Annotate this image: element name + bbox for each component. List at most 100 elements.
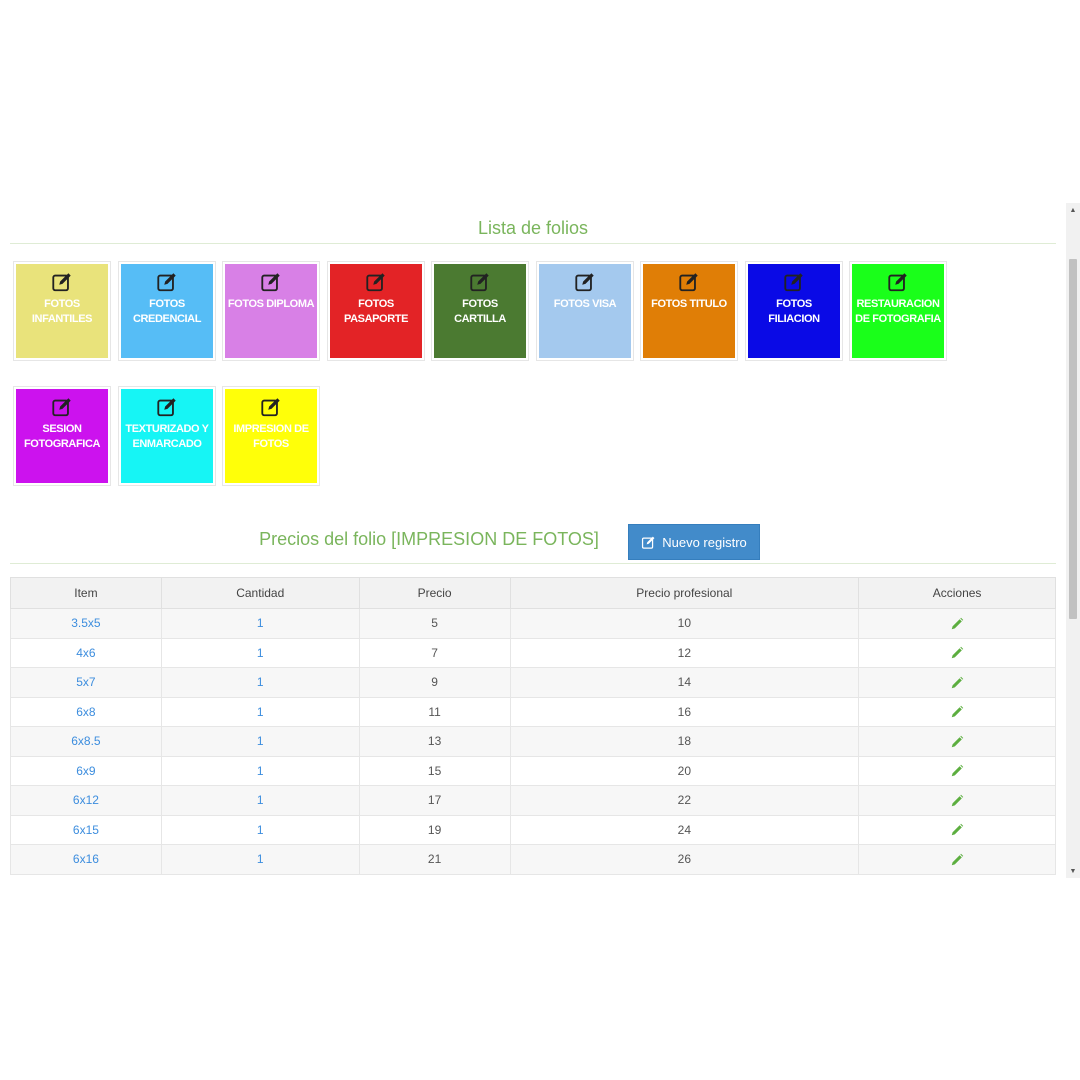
folio-tile[interactable]: TEXTURIZADO Y ENMARCADO (118, 386, 216, 486)
item-cell[interactable]: 6x12 (10, 785, 162, 816)
item-cell[interactable]: 6x15 (10, 814, 162, 845)
folio-tile-label: FOTOS CARTILLA (454, 298, 506, 325)
folio-tile[interactable]: SESION FOTOGRAFICA (13, 386, 111, 486)
actions-cell (858, 696, 1056, 727)
table-row: 6x8 1 11 16 (10, 696, 1056, 727)
precio-cell: 7 (358, 637, 511, 668)
column-header-precio-profesional: Precio profesional (509, 577, 860, 609)
item-cell[interactable]: 6x8 (10, 696, 162, 727)
item-cell[interactable]: 5x7 (10, 667, 162, 698)
vertical-scrollbar[interactable]: ▲ ▼ (1066, 203, 1080, 878)
column-header-precio: Precio (358, 577, 511, 609)
cantidad-cell[interactable]: 1 (160, 814, 360, 845)
precio-profesional-cell: 22 (509, 785, 860, 816)
actions-cell (858, 814, 1056, 845)
actions-cell (858, 726, 1056, 757)
new-record-label: Nuevo registro (662, 534, 747, 550)
folios-title: Lista de folios (477, 218, 589, 238)
pencil-icon[interactable] (950, 676, 964, 690)
precio-profesional-cell: 26 (509, 844, 860, 875)
folio-tile-label: SESION FOTOGRAFICA (23, 423, 101, 450)
pencil-icon[interactable] (950, 617, 964, 631)
folio-tile[interactable]: FOTOS TITULO (640, 261, 738, 361)
scroll-down-arrow-icon[interactable]: ▼ (1066, 864, 1080, 878)
precio-profesional-cell: 24 (509, 814, 860, 845)
scroll-up-arrow-icon[interactable]: ▲ (1066, 203, 1080, 217)
folio-tile-label: RESTAURACION DE FOTOGRAFIA (855, 298, 941, 325)
cantidad-cell[interactable]: 1 (160, 785, 360, 816)
item-cell[interactable]: 4x6 (10, 637, 162, 668)
precio-profesional-cell: 16 (509, 696, 860, 727)
prices-table: Item Cantidad Precio Precio profesional … (10, 577, 1056, 875)
folio-tile-label: FOTOS DIPLOMA (227, 298, 315, 310)
pencil-icon[interactable] (950, 823, 964, 837)
pencil-icon[interactable] (950, 646, 964, 660)
actions-cell (858, 637, 1056, 668)
cantidad-cell[interactable]: 1 (160, 844, 360, 875)
actions-cell (858, 785, 1056, 816)
scroll-thumb[interactable] (1069, 259, 1077, 619)
precio-cell: 15 (358, 755, 511, 786)
item-cell[interactable]: 6x8.5 (10, 726, 162, 757)
precio-cell: 9 (358, 667, 511, 698)
cantidad-cell[interactable]: 1 (160, 637, 360, 668)
cantidad-cell[interactable]: 1 (160, 726, 360, 757)
cantidad-cell[interactable]: 1 (160, 696, 360, 727)
edit-icon (157, 398, 176, 417)
cantidad-cell[interactable]: 1 (160, 667, 360, 698)
precio-profesional-cell: 20 (509, 755, 860, 786)
prices-divider (10, 563, 1056, 564)
column-header-acciones: Acciones (858, 577, 1056, 609)
precio-profesional-cell: 12 (509, 637, 860, 668)
folio-tile[interactable]: IMPRESION DE FOTOS (222, 386, 320, 486)
actions-cell (858, 667, 1056, 698)
folio-tile[interactable]: FOTOS INFANTILES (13, 261, 111, 361)
edit-icon (470, 273, 489, 292)
new-record-button[interactable]: Nuevo registro (628, 524, 760, 560)
folios-divider (10, 243, 1056, 244)
pencil-icon[interactable] (950, 794, 964, 808)
edit-icon (261, 398, 280, 417)
folio-tile[interactable]: FOTOS FILIACION (745, 261, 843, 361)
pencil-icon[interactable] (950, 735, 964, 749)
prices-title-text: Precios del folio [IMPRESION DE FOTOS] (259, 529, 599, 549)
folio-tile-label: FOTOS INFANTILES (31, 298, 93, 325)
item-cell[interactable]: 6x16 (10, 844, 162, 875)
table-row: 6x16 1 21 26 (10, 844, 1056, 875)
pencil-icon[interactable] (950, 853, 964, 867)
pencil-icon[interactable] (950, 705, 964, 719)
folio-tile-label: TEXTURIZADO Y ENMARCADO (125, 423, 209, 450)
precio-cell: 5 (358, 608, 511, 639)
table-row: 6x12 1 17 22 (10, 785, 1056, 816)
folio-tile[interactable]: RESTAURACION DE FOTOGRAFIA (849, 261, 947, 361)
folio-tile-label: IMPRESION DE FOTOS (233, 423, 309, 450)
folio-tile-body: FOTOS PASAPORTE (330, 264, 422, 358)
folio-tile-body: FOTOS VISA (539, 264, 631, 358)
edit-icon (52, 398, 71, 417)
edit-icon (642, 536, 655, 549)
folio-tile[interactable]: FOTOS PASAPORTE (327, 261, 425, 361)
column-header-cantidad: Cantidad (160, 577, 360, 609)
cantidad-cell[interactable]: 1 (160, 608, 360, 639)
folio-tile-body: SESION FOTOGRAFICA (16, 389, 108, 483)
folio-tile[interactable]: FOTOS CARTILLA (431, 261, 529, 361)
edit-icon (679, 273, 698, 292)
folio-tile-label: FOTOS TITULO (651, 298, 727, 310)
pencil-icon[interactable] (950, 764, 964, 778)
item-cell[interactable]: 3.5x5 (10, 608, 162, 639)
edit-icon (366, 273, 385, 292)
table-row: 5x7 1 9 14 (10, 667, 1056, 698)
item-cell[interactable]: 6x9 (10, 755, 162, 786)
precio-cell: 19 (358, 814, 511, 845)
table-row: 6x15 1 19 24 (10, 814, 1056, 845)
cantidad-cell[interactable]: 1 (160, 755, 360, 786)
precio-cell: 13 (358, 726, 511, 757)
edit-icon (784, 273, 803, 292)
edit-icon (888, 273, 907, 292)
folio-tile[interactable]: FOTOS DIPLOMA (222, 261, 320, 361)
folio-tile[interactable]: FOTOS VISA (536, 261, 634, 361)
folio-tile-label: FOTOS PASAPORTE (343, 298, 409, 325)
precio-cell: 21 (358, 844, 511, 875)
actions-cell (858, 755, 1056, 786)
folio-tile[interactable]: FOTOS CREDENCIAL (118, 261, 216, 361)
